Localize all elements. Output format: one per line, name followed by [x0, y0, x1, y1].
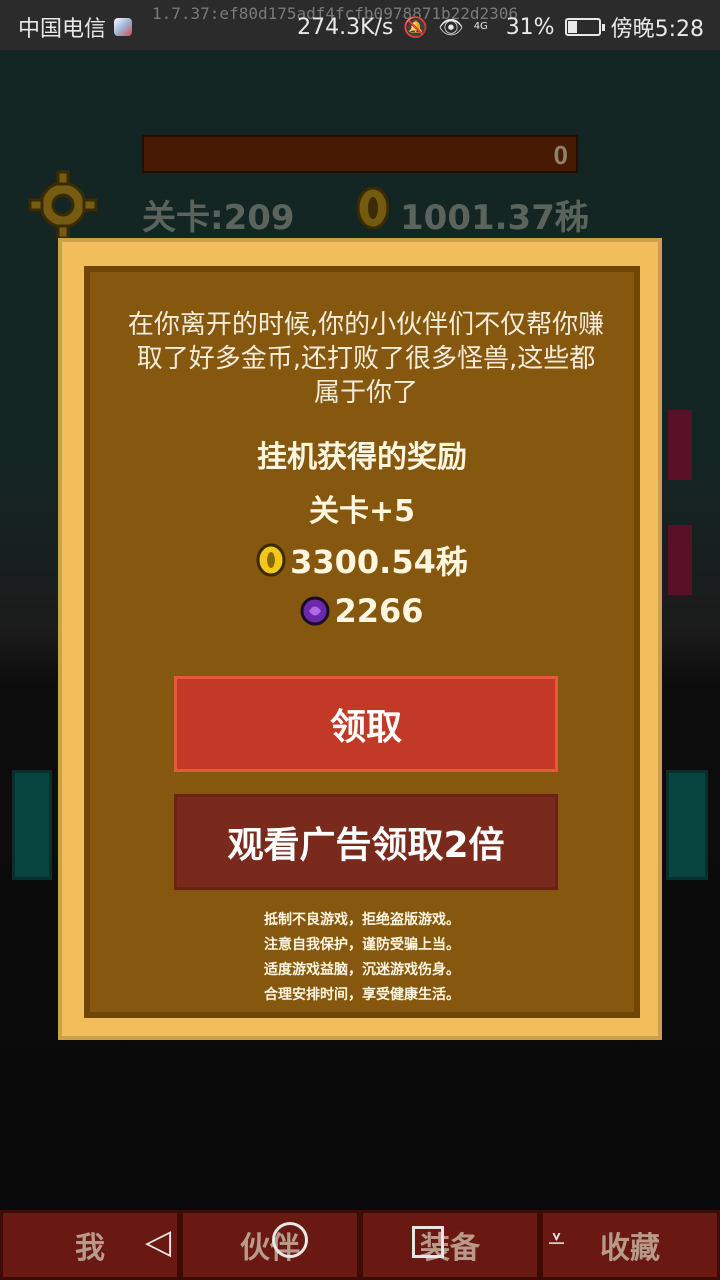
carrier-name: 中国电信 [18, 17, 107, 42]
battery-fill [567, 21, 577, 33]
tab-partners[interactable]: 伙伴 [180, 1210, 360, 1280]
home-icon[interactable] [272, 1222, 308, 1258]
notice-line: 注意自我保护，谨防受骗上当。 [264, 937, 460, 953]
gem-reward-amount: 2266 [334, 592, 424, 630]
recents-icon[interactable] [412, 1226, 444, 1258]
watch-ad-double-button[interactable]: 观看广告领取2倍 [174, 794, 558, 890]
offline-reward-dialog: 在你离开的时候,你的小伙伴们不仅帮你赚取了好多金币,还打败了很多怪兽,这些都属于… [58, 238, 662, 1040]
back-icon[interactable]: ◁ [145, 1222, 171, 1262]
dialog-title: 挂机获得的奖励 [257, 440, 467, 475]
health-notice: 抵制不良游戏，拒绝盗版游戏。 注意自我保护，谨防受骗上当。 适度游戏益脑，沉迷游… [90, 908, 634, 1008]
notice-line: 适度游戏益脑，沉迷游戏伤身。 [264, 962, 460, 978]
status-left: 中国电信 [18, 11, 133, 43]
dialog-message: 在你离开的时候,你的小伙伴们不仅帮你赚取了好多金币,还打败了很多怪兽,这些都属于… [127, 310, 605, 408]
notice-line: 抵制不良游戏，拒绝盗版游戏。 [264, 912, 460, 928]
network-speed: 274.3K/s [297, 14, 394, 40]
signal-icon: 4G [473, 21, 488, 32]
purple-gem-icon [300, 596, 330, 626]
menu-down-icon[interactable]: ⩡ [548, 1222, 565, 1257]
tab-equipment[interactable]: 装备 [360, 1210, 540, 1280]
coin-reward-row: 3300.54秭 [90, 537, 634, 583]
level-reward: 关卡+5 [308, 494, 415, 529]
gold-coin-icon [256, 543, 286, 577]
bottom-nav: 我 伙伴 装备 收藏 [0, 1210, 720, 1280]
dialog-body: 在你离开的时候,你的小伙伴们不仅帮你赚取了好多金币,还打败了很多怪兽,这些都属于… [84, 266, 640, 1018]
battery-icon [564, 18, 605, 36]
claim-button[interactable]: 领取 [174, 676, 558, 772]
battery-percent: 31% [505, 14, 555, 40]
tab-collection[interactable]: 收藏 [540, 1210, 720, 1280]
mute-icon: 🔕 [403, 15, 429, 39]
clock: 傍晚5:28 [610, 17, 704, 42]
notice-line: 合理安排时间，享受健康生活。 [264, 987, 460, 1003]
carrier-badge-icon [114, 18, 133, 36]
gem-reward-row: 2266 [90, 592, 634, 630]
status-right: 274.3K/s 🔕 👁 4G 31% 傍晚5:28 [297, 11, 704, 43]
eye-icon: 👁 [438, 15, 464, 39]
coin-reward-amount: 3300.54秭 [290, 543, 468, 581]
status-bar: 中国电信 1.7.37:ef80d175adf4fcfb0978871b22d2… [0, 0, 720, 50]
